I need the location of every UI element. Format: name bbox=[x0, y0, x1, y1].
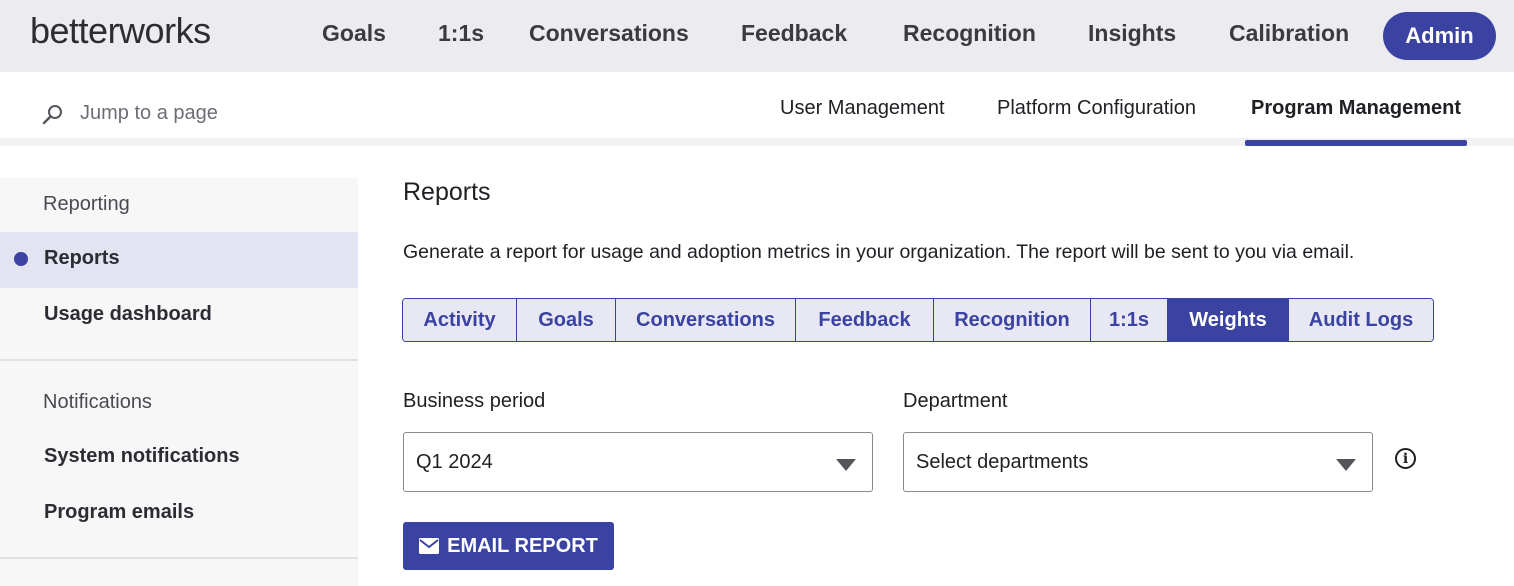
nav-goals[interactable]: Goals bbox=[322, 20, 386, 47]
tab-recognition[interactable]: Recognition bbox=[934, 299, 1091, 341]
page-description: Generate a report for usage and adoption… bbox=[403, 241, 1355, 263]
subnav-platform-configuration[interactable]: Platform Configuration bbox=[997, 97, 1196, 120]
subnav-program-management[interactable]: Program Management bbox=[1251, 97, 1461, 120]
sidebar-item-reports[interactable]: Reports bbox=[44, 247, 120, 270]
active-indicator-dot bbox=[14, 252, 28, 266]
active-subnav-indicator bbox=[1245, 140, 1467, 146]
email-report-label: EMAIL REPORT bbox=[447, 534, 598, 557]
nav-insights[interactable]: Insights bbox=[1088, 20, 1176, 47]
sidebar-item-program-emails[interactable]: Program emails bbox=[44, 501, 194, 524]
business-period-value: Q1 2024 bbox=[416, 451, 493, 473]
sidebar-heading-reporting: Reporting bbox=[43, 193, 130, 215]
nav-one-on-ones[interactable]: 1:1s bbox=[438, 20, 484, 47]
chevron-down-icon bbox=[836, 459, 856, 471]
department-placeholder: Select departments bbox=[916, 451, 1089, 473]
tab-feedback[interactable]: Feedback bbox=[796, 299, 934, 341]
top-navigation-bar: betterworks Goals 1:1s Conversations Fee… bbox=[0, 0, 1514, 72]
tab-conversations[interactable]: Conversations bbox=[616, 299, 796, 341]
tab-audit-logs[interactable]: Audit Logs bbox=[1289, 299, 1433, 341]
nav-feedback[interactable]: Feedback bbox=[741, 20, 847, 47]
search-icon bbox=[42, 105, 62, 125]
page-title: Reports bbox=[403, 178, 491, 206]
sidebar-item-system-notifications[interactable]: System notifications bbox=[44, 445, 240, 468]
business-period-select[interactable]: Q1 2024 bbox=[403, 432, 873, 492]
business-period-label: Business period bbox=[403, 390, 546, 412]
betterworks-logo[interactable]: betterworks bbox=[30, 10, 211, 52]
report-type-tabs: Activity Goals Conversations Feedback Re… bbox=[402, 298, 1434, 342]
tab-one-on-ones[interactable]: 1:1s bbox=[1091, 299, 1168, 341]
department-select[interactable]: Select departments bbox=[903, 432, 1373, 492]
nav-recognition[interactable]: Recognition bbox=[903, 20, 1036, 47]
tab-weights[interactable]: Weights bbox=[1168, 299, 1289, 341]
sidebar-divider bbox=[0, 557, 358, 559]
nav-calibration[interactable]: Calibration bbox=[1229, 20, 1349, 47]
chevron-down-icon bbox=[1336, 459, 1356, 471]
sidebar-heading-notifications: Notifications bbox=[43, 391, 152, 413]
nav-admin[interactable]: Admin bbox=[1383, 12, 1496, 60]
subnav-user-management[interactable]: User Management bbox=[780, 97, 945, 120]
tab-goals[interactable]: Goals bbox=[517, 299, 616, 341]
tab-activity[interactable]: Activity bbox=[403, 299, 517, 341]
nav-conversations[interactable]: Conversations bbox=[529, 20, 689, 47]
jump-to-page-search-input[interactable] bbox=[80, 98, 340, 128]
email-report-button[interactable]: EMAIL REPORT bbox=[403, 522, 614, 570]
sidebar-item-usage-dashboard[interactable]: Usage dashboard bbox=[44, 303, 212, 326]
info-icon[interactable]: i bbox=[1395, 448, 1416, 469]
sidebar-divider bbox=[0, 359, 358, 361]
department-label: Department bbox=[903, 390, 1008, 412]
mail-icon bbox=[419, 538, 440, 554]
